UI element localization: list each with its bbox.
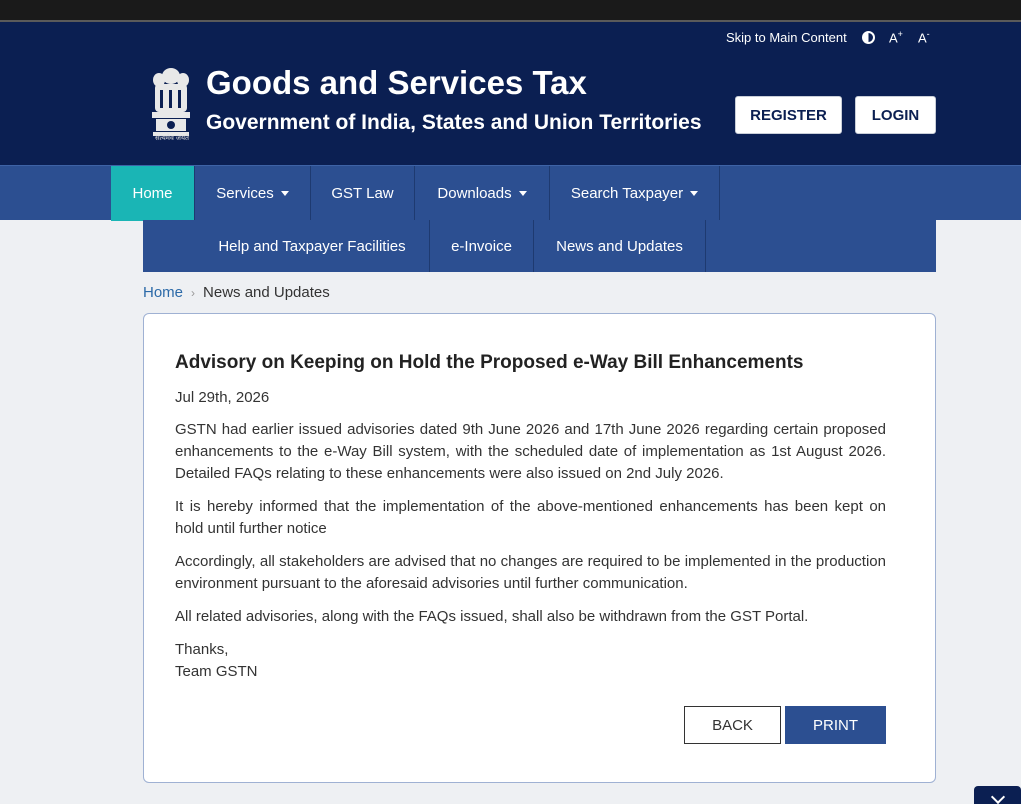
breadcrumb-current: News and Updates (203, 284, 330, 301)
scroll-down-button[interactable] (974, 786, 1021, 804)
login-button[interactable]: LOGIN (855, 96, 936, 134)
nav-item-gst-law[interactable]: GST Law (311, 166, 415, 221)
emblem-caption: सत्यमेव जयते (154, 135, 190, 142)
nav-item-home[interactable]: Home (111, 166, 195, 221)
back-button[interactable]: BACK (684, 706, 781, 744)
chevron-down-icon (990, 789, 1005, 804)
article-paragraph: Accordingly, all stakeholders are advise… (175, 553, 886, 592)
nav-item-label: Help and Taxpayer Facilities (218, 237, 406, 255)
nav-item-help-facilities[interactable]: Help and Taxpayer Facilities (195, 220, 430, 272)
breadcrumb-home-link[interactable]: Home (143, 284, 183, 301)
register-button[interactable]: REGISTER (735, 96, 842, 134)
article-paragraph: GSTN had earlier issued advisories dated… (175, 421, 886, 482)
caret-down-icon (280, 191, 289, 196)
nav-item-news-updates[interactable]: News and Updates (534, 220, 706, 272)
nav-item-label: Search Taxpayer (570, 185, 684, 202)
nav-item-e-invoice[interactable]: e-Invoice (430, 220, 534, 272)
signature-text: Team GSTN (175, 663, 258, 680)
article-title: Advisory on Keeping on Hold the Proposed… (175, 352, 804, 373)
nav-item-label: e-Invoice (451, 237, 512, 255)
utility-bar: Skip to Main Content A+ A- (0, 22, 1021, 54)
nav-item-label: News and Updates (556, 237, 683, 255)
article-paragraph: All related advisories, along with the F… (175, 608, 809, 625)
article-signoff: Thanks, Team GSTN (175, 639, 258, 683)
nav-item-search-taxpayer[interactable]: Search Taxpayer (550, 166, 720, 221)
caret-down-icon (518, 191, 527, 196)
site-title[interactable]: Goods and Services Tax (206, 64, 587, 102)
thanks-text: Thanks, (175, 641, 229, 658)
caret-down-icon (690, 191, 699, 196)
site-subtitle: Government of India, States and Union Te… (206, 111, 702, 134)
article-card: Advisory on Keeping on Hold the Proposed… (143, 313, 936, 783)
skip-to-main-link[interactable]: Skip to Main Content (726, 30, 847, 45)
font-decrease-sup: - (926, 29, 930, 39)
nav-item-label: Downloads (437, 185, 512, 202)
browser-top-strip (0, 0, 1021, 22)
contrast-toggle-icon[interactable] (862, 31, 875, 44)
site-header: सत्यमेव जयते Goods and Services Tax Gove… (0, 54, 1021, 165)
national-emblem-icon[interactable] (146, 64, 196, 144)
font-increase-button[interactable]: A+ (889, 29, 903, 45)
font-increase-sup: + (897, 29, 903, 39)
nav-item-downloads[interactable]: Downloads (415, 166, 550, 221)
article-paragraph: It is hereby informed that the implement… (175, 498, 886, 537)
main-nav: Home Services GST Law Downloads Search T… (0, 165, 1021, 221)
nav-item-label: Services (216, 185, 274, 202)
secondary-nav: Help and Taxpayer Facilities e-Invoice N… (143, 220, 936, 272)
nav-item-services[interactable]: Services (195, 166, 311, 221)
font-decrease-button[interactable]: A- (918, 29, 930, 45)
article-date: Jul 29th, 2026 (175, 389, 270, 406)
nav-item-label: GST Law (331, 185, 394, 202)
print-button[interactable]: PRINT (785, 706, 886, 744)
breadcrumb: Home › News and Updates (143, 284, 330, 301)
chevron-right-icon: › (191, 285, 196, 300)
font-decrease-label: A (918, 30, 927, 46)
font-increase-label: A (889, 30, 898, 46)
nav-item-label: Home (132, 185, 173, 202)
